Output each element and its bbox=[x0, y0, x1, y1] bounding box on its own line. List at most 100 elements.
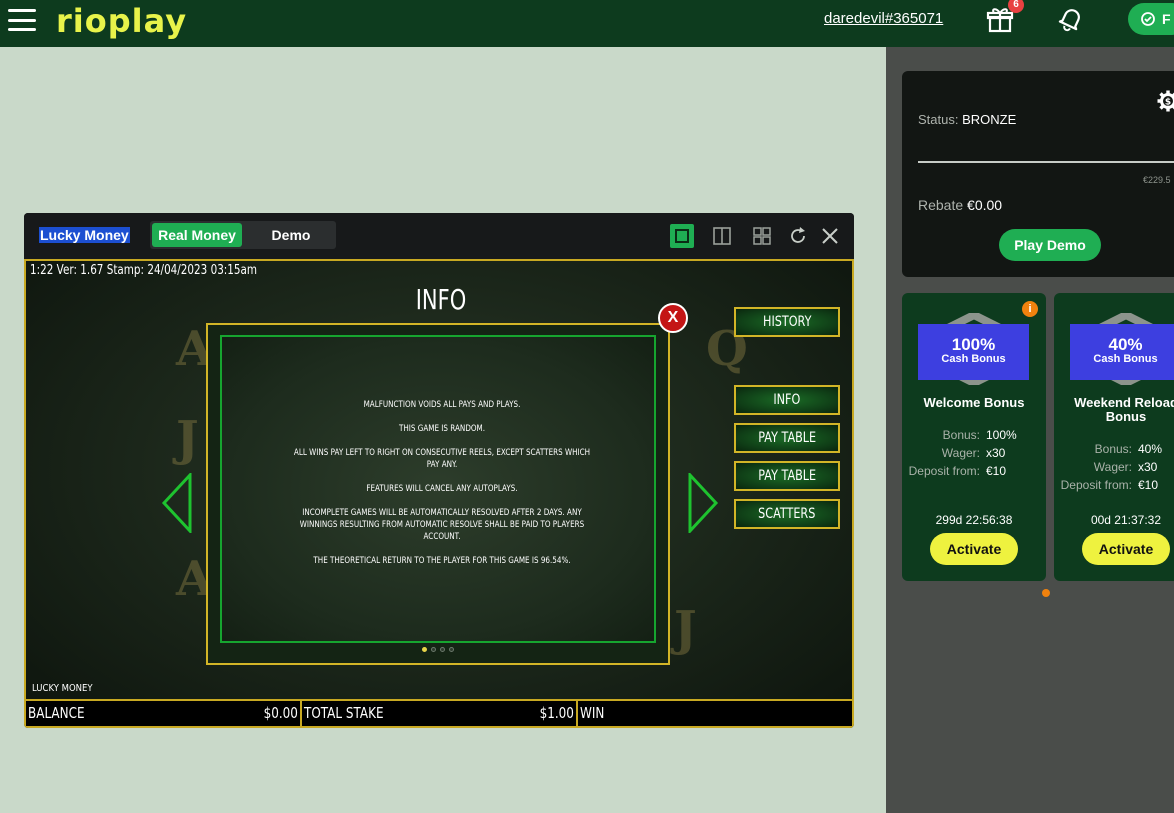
refresh-icon[interactable] bbox=[788, 226, 808, 246]
detail-key: Wager: bbox=[941, 446, 980, 460]
info-panel-inner: MALFUNCTION VOIDS ALL PAYS AND PLAYS. TH… bbox=[220, 335, 656, 643]
balance-label: BALANCE bbox=[28, 704, 85, 722]
bell-icon[interactable] bbox=[1057, 5, 1085, 33]
stake-label: TOTAL STAKE bbox=[304, 704, 384, 722]
carousel-dot[interactable] bbox=[1042, 589, 1050, 597]
page-dot[interactable] bbox=[422, 647, 427, 652]
info-line: THE THEORETICAL RETURN TO THE PLAYER FOR… bbox=[313, 556, 571, 566]
info-line: THIS GAME IS RANDOM. bbox=[398, 424, 486, 434]
page-dot[interactable] bbox=[440, 647, 445, 652]
info-line: MALFUNCTION VOIDS ALL PAYS AND PLAYS. bbox=[363, 400, 521, 410]
status-progress-bar bbox=[918, 161, 1174, 163]
split-view-icon[interactable] bbox=[712, 226, 732, 246]
detail-value: 40% bbox=[1138, 442, 1163, 456]
pay-table-button[interactable]: PAY TABLE bbox=[734, 423, 840, 453]
detail-key: Deposit from: bbox=[908, 464, 980, 478]
progress-value: €229.5 bbox=[1143, 175, 1171, 185]
detail-value: x30 bbox=[986, 446, 1006, 460]
top-pill-button[interactable]: F bbox=[1128, 3, 1174, 35]
info-button-label: INFO bbox=[773, 392, 801, 408]
status-label: Status: bbox=[918, 112, 959, 127]
status-line: Status: BRONZE bbox=[918, 112, 1016, 127]
pay-table-button-label: PAY TABLE bbox=[758, 468, 816, 484]
top-pill-label: F bbox=[1162, 11, 1171, 27]
page-dot[interactable] bbox=[431, 647, 436, 652]
status-value: BRONZE bbox=[962, 112, 1017, 127]
real-money-tab[interactable]: Real Money bbox=[152, 223, 242, 247]
bonus-details: Bonus: 100% Wager: x30 Deposit from: €10 bbox=[902, 426, 1046, 480]
detail-key: Bonus: bbox=[942, 428, 980, 442]
info-line: FEATURES WILL CANCEL ANY AUTOPLAYS. bbox=[366, 484, 518, 494]
activate-button[interactable]: Activate bbox=[1082, 533, 1170, 565]
bonus-percent: 100% bbox=[951, 335, 996, 354]
bonus-timer: 299d 22:56:38 bbox=[935, 513, 1013, 527]
rebate-value: €0.00 bbox=[967, 197, 1003, 213]
rebate-label: Rebate bbox=[918, 197, 964, 213]
balance-cell: BALANCE $0.00 bbox=[26, 701, 302, 726]
page-dot[interactable] bbox=[449, 647, 454, 652]
info-line: INCOMPLETE GAMES WILL BE AUTOMATICALLY R… bbox=[299, 508, 585, 542]
bonus-card-welcome: 100% Cash Bonus i Welcome Bonus Bonus: 10… bbox=[902, 293, 1046, 581]
detail-value: €10 bbox=[1138, 478, 1159, 492]
rebate-line: Rebate €0.00 bbox=[918, 197, 1002, 213]
stake-cell: TOTAL STAKE $1.00 bbox=[302, 701, 578, 726]
game-status-line: 1:22 Ver: 1.67 Stamp: 24/04/2023 03:15am bbox=[30, 263, 258, 278]
bonus-type: Cash Bonus bbox=[1093, 353, 1158, 365]
play-demo-button[interactable]: Play Demo bbox=[999, 229, 1101, 261]
activate-button[interactable]: Activate bbox=[930, 533, 1018, 565]
username-link[interactable]: daredevil#365071 bbox=[824, 10, 943, 27]
info-icon[interactable]: i bbox=[1022, 301, 1038, 317]
status-card: Status: BRONZE $ €229.5 Rebate €0.00 Pla… bbox=[902, 71, 1174, 277]
badge-icon bbox=[1141, 12, 1155, 26]
detail-key: Bonus: bbox=[1094, 442, 1132, 456]
single-view-icon[interactable] bbox=[670, 224, 694, 248]
bonus-badge: 40% Cash Bonus bbox=[1070, 324, 1174, 380]
game-footer-name: LUCKY MONEY bbox=[32, 683, 93, 694]
detail-value: x30 bbox=[1138, 460, 1158, 474]
detail-value: €10 bbox=[986, 464, 1007, 478]
info-close-button[interactable]: X bbox=[658, 303, 688, 333]
scatters-button-label: SCATTERS bbox=[758, 506, 816, 522]
bonus-type: Cash Bonus bbox=[941, 353, 1006, 365]
info-button[interactable]: INFO bbox=[734, 385, 840, 415]
logo[interactable]: rioplay bbox=[56, 2, 187, 40]
info-panel: MALFUNCTION VOIDS ALL PAYS AND PLAYS. TH… bbox=[206, 323, 670, 665]
page-indicator bbox=[422, 647, 454, 652]
game-window-header: Lucky Money Real Money Demo bbox=[24, 213, 854, 259]
svg-text:$: $ bbox=[1165, 98, 1171, 108]
stake-value: $1.00 bbox=[539, 704, 574, 722]
background-symbol: J bbox=[674, 601, 697, 657]
arrow-left-icon[interactable] bbox=[160, 473, 194, 533]
gift-count-badge: 6 bbox=[1008, 0, 1024, 13]
game-footer: BALANCE $0.00 TOTAL STAKE $1.00 WIN bbox=[26, 699, 852, 726]
demo-tab[interactable]: Demo bbox=[248, 223, 334, 247]
close-icon[interactable] bbox=[820, 226, 840, 246]
balance-value: $0.00 bbox=[263, 704, 298, 722]
history-button[interactable]: HISTORY bbox=[734, 307, 840, 337]
info-line: ALL WINS PAY LEFT TO RIGHT ON CONSECUTIV… bbox=[293, 448, 591, 470]
bonus-timer: 00d 21:37:32 bbox=[1090, 513, 1162, 527]
scatters-button[interactable]: SCATTERS bbox=[734, 499, 840, 529]
mode-switch: Real Money Demo bbox=[150, 221, 336, 249]
bonus-details: Bonus: 40% Wager: x30 Deposit from: €10 bbox=[1054, 440, 1174, 494]
detail-value: 100% bbox=[986, 428, 1017, 442]
arrow-right-icon[interactable] bbox=[686, 473, 720, 533]
detail-key: Wager: bbox=[1093, 460, 1132, 474]
game-title: Lucky Money bbox=[39, 227, 130, 243]
grid-view-icon[interactable] bbox=[752, 226, 772, 246]
pay-table-button-2[interactable]: PAY TABLE bbox=[734, 461, 840, 491]
bonus-card-weekend-reload: 40% Cash Bonus Weekend Reload Bonus Bonu… bbox=[1054, 293, 1174, 581]
pay-table-button-label: PAY TABLE bbox=[758, 430, 816, 446]
bonus-title: Weekend Reload Bonus bbox=[1074, 395, 1174, 424]
menu-icon[interactable] bbox=[8, 9, 36, 31]
bonus-percent: 40% bbox=[1108, 335, 1143, 354]
game-canvas[interactable]: A J A J Q 1:22 Ver: 1.67 Stamp: 24/04/20… bbox=[24, 259, 854, 728]
gear-icon[interactable]: $ bbox=[1156, 89, 1174, 113]
top-bar: rioplay daredevil#365071 6 F bbox=[0, 0, 1174, 47]
history-button-label: HISTORY bbox=[762, 314, 812, 330]
bonus-title: Welcome Bonus bbox=[923, 395, 1025, 410]
info-heading: INFO bbox=[415, 283, 467, 316]
background-symbol: J bbox=[176, 411, 199, 467]
bonus-badge: 100% Cash Bonus bbox=[918, 324, 1029, 380]
win-cell: WIN bbox=[578, 701, 852, 726]
